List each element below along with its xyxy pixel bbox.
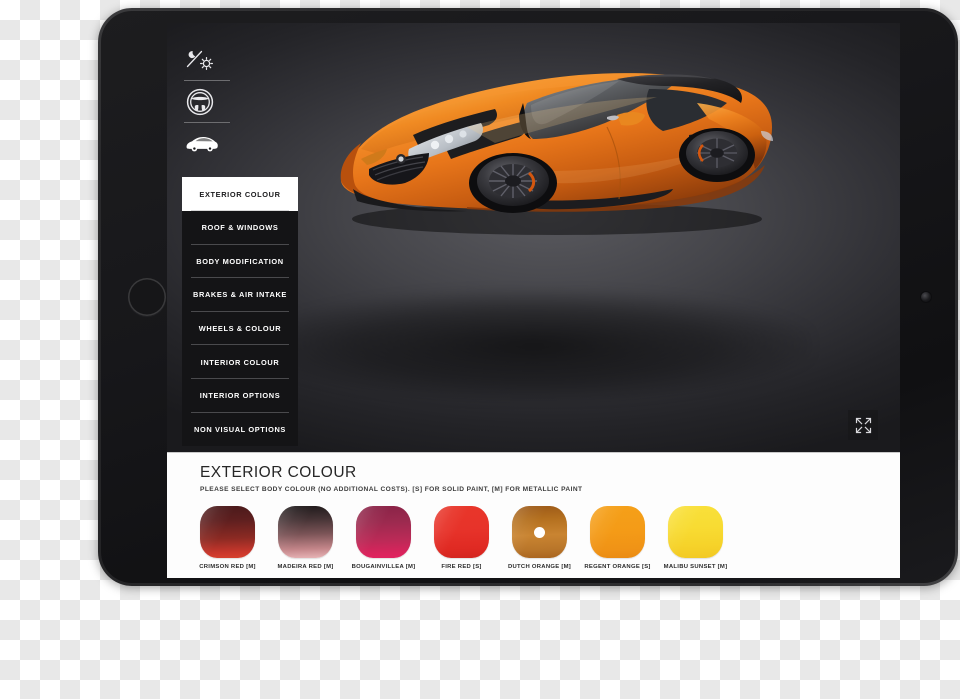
swatch-sheen [668,506,723,558]
side-menu-label: WHEELS & COLOUR [198,324,282,334]
exterior-view-button[interactable] [182,125,237,162]
swatch-sheen [200,506,255,558]
colour-swatch-crimson-red[interactable] [200,506,255,558]
car-floor-shadow [254,288,813,401]
side-menu-item-wheels-colour[interactable]: WHEELS & COLOUR [182,312,298,346]
colour-swatch-label: MALIBU SUNSET [M] [663,564,728,570]
colour-swatch-label: CRIMSON RED [M] [199,564,256,570]
swatch-selected-dot [534,526,545,538]
side-menu-label: EXTERIOR COLOUR [199,189,281,199]
side-menu-label: BODY MODIFICATION [196,256,284,266]
side-menu-item-exterior-colour[interactable]: EXTERIOR COLOUR [182,177,298,211]
colour-option[interactable]: DUTCH ORANGE [M] [508,506,571,570]
colour-swatch-dutch-orange[interactable] [512,506,567,558]
colour-swatch-label: FIRE RED [S] [441,564,482,570]
fullscreen-button[interactable] [848,410,878,440]
swatch-sheen [590,506,645,558]
steering-wheel-icon [186,88,214,115]
side-menu-item-non-visual-options[interactable]: NON VISUAL OPTIONS [182,413,298,447]
side-menu-label: INTERIOR OPTIONS [199,391,281,401]
colour-swatch-malibu-sunset[interactable] [668,506,723,558]
side-menu-item-roof-windows[interactable]: ROOF & WINDOWS [182,211,298,245]
side-menu-label: INTERIOR COLOUR [200,357,280,367]
expand-fullscreen-icon [855,417,871,433]
colour-swatch-label: MADEIRA RED [M] [277,564,334,570]
front-camera-lens-icon [921,292,931,302]
colour-option[interactable]: REGENT ORANGE [S] [584,506,650,570]
side-menu-item-interior-options[interactable]: INTERIOR OPTIONS [182,379,298,413]
colour-swatch-label: REGENT ORANGE [S] [584,564,651,570]
lighting-toggle-button[interactable] [182,41,237,78]
side-menu-label: BRAKES & AIR INTAKE [193,290,287,300]
rail-divider [184,122,230,123]
colour-swatch-label: BOUGAINVILLEA [M] [351,564,416,570]
colour-swatch-fire-red[interactable] [434,506,489,558]
colour-option[interactable]: FIRE RED [S] [434,506,489,570]
colour-option[interactable]: MADEIRA RED [M] [278,506,333,570]
swatch-sheen [434,506,489,558]
colour-swatch-bougainvillea[interactable] [356,506,411,558]
car-render-image [340,73,773,235]
tablet-screen: EXTERIOR COLOUR ROOF & WINDOWS BODY MODI… [167,23,900,578]
colour-option[interactable]: BOUGAINVILLEA [M] [352,506,415,570]
colour-swatch-regent-orange[interactable] [590,506,645,558]
tablet-body: EXTERIOR COLOUR ROOF & WINDOWS BODY MODI… [101,11,955,583]
colour-option[interactable]: MALIBU SUNSET [M] [664,506,727,570]
swatch-sheen [356,506,411,558]
side-menu-item-body-modification[interactable]: BODY MODIFICATION [182,245,298,279]
tablet-device: EXTERIOR COLOUR ROOF & WINDOWS BODY MODI… [98,8,958,586]
side-menu-item-interior-colour[interactable]: INTERIOR COLOUR [182,345,298,379]
option-panel: EXTERIOR COLOUR PLEASE SELECT BODY COLOU… [167,452,900,578]
side-menu-item-brakes-air-intake[interactable]: BRAKES & AIR INTAKE [182,278,298,312]
configurator-side-menu: EXTERIOR COLOUR ROOF & WINDOWS BODY MODI… [182,177,298,447]
car-side-icon [186,136,218,152]
home-button[interactable] [128,278,166,316]
interior-view-button[interactable] [182,83,237,120]
colour-swatch-madeira-red[interactable] [278,506,333,558]
side-menu-label: ROOF & WINDOWS [201,223,279,233]
side-menu-label: NON VISUAL OPTIONS [194,424,286,434]
rail-divider [184,80,230,81]
panel-subtitle: PLEASE SELECT BODY COLOUR (NO ADDITIONAL… [200,486,583,493]
colour-option[interactable]: CRIMSON RED [M] [199,506,256,570]
canvas: EXTERIOR COLOUR ROOF & WINDOWS BODY MODI… [0,0,960,699]
colour-swatch-row: CRIMSON RED [M] MADEIRA RED [M] BOUGAINV… [199,506,900,570]
swatch-sheen [278,506,333,558]
colour-swatch-label: DUTCH ORANGE [M] [507,564,572,570]
day-night-toggle-icon [186,50,213,70]
view-mode-rail [182,41,237,162]
panel-title: EXTERIOR COLOUR [200,464,357,481]
